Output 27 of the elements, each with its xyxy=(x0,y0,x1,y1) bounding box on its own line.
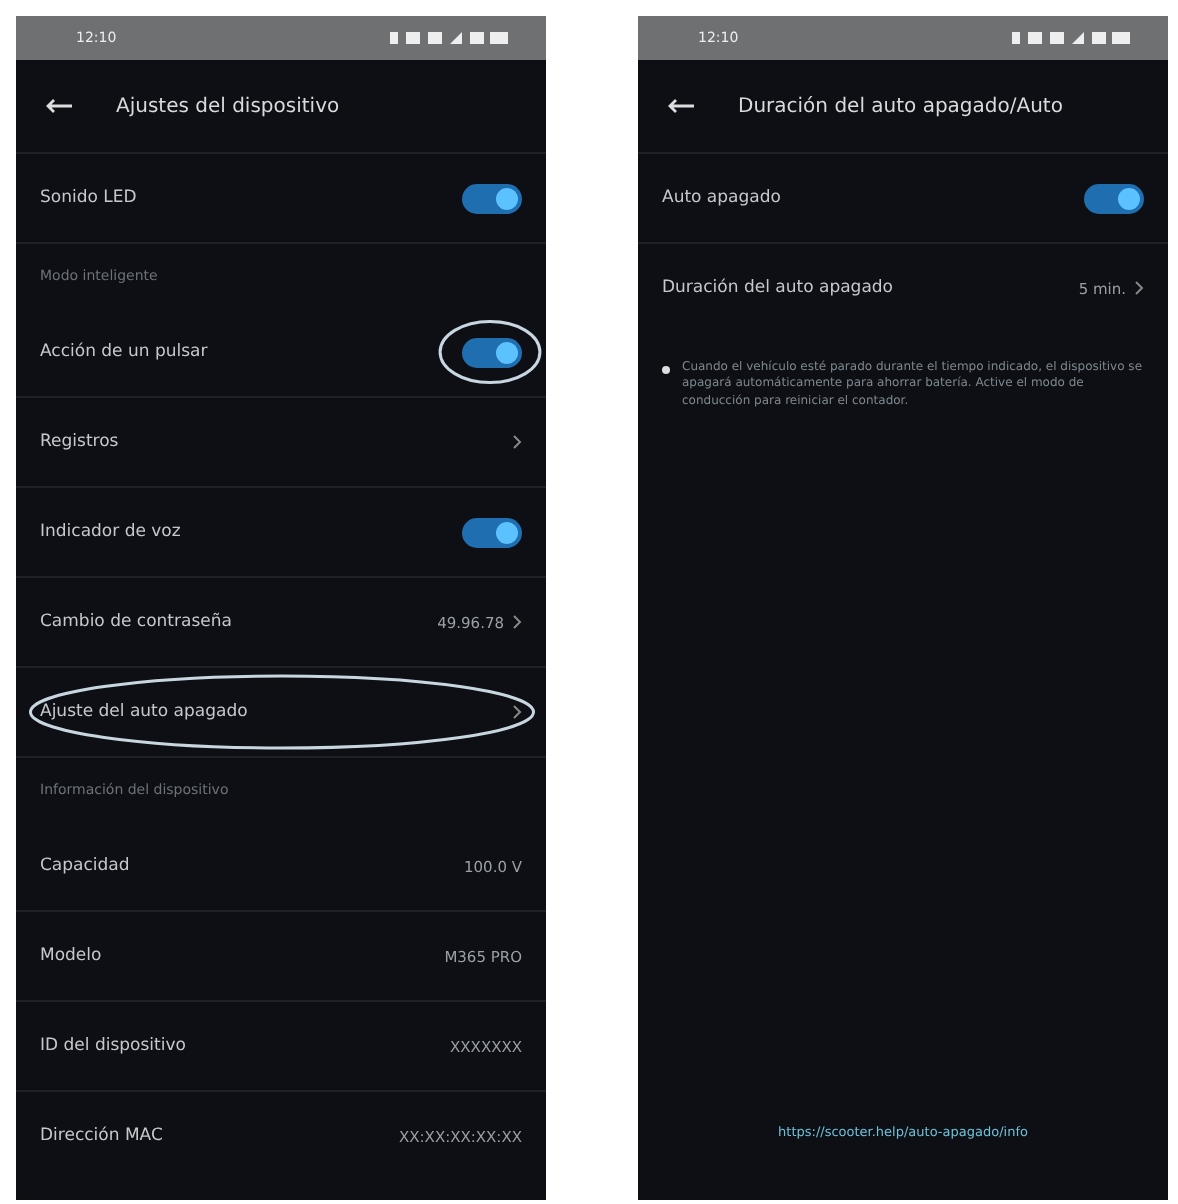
setting-label: Ajuste del auto apagado xyxy=(40,702,248,722)
chevron-right-icon[interactable] xyxy=(512,704,522,720)
setting-label: Auto apagado xyxy=(662,188,781,208)
status-icons xyxy=(390,30,510,46)
toggle-switch[interactable] xyxy=(462,183,522,213)
setting-label: Registros xyxy=(40,432,119,452)
toggle-switch[interactable] xyxy=(462,337,522,367)
chevron-right-icon[interactable] xyxy=(512,434,522,450)
setting-label: Capacidad xyxy=(40,856,130,876)
setting-label: Duración del auto apagado xyxy=(662,278,893,298)
screen-title: Duración del auto apagado/Auto xyxy=(738,95,1063,117)
back-arrow-icon[interactable] xyxy=(666,98,694,114)
setting-label: Acción de un pulsar xyxy=(40,342,208,362)
setting-label: Modelo xyxy=(40,946,102,966)
chevron-right-icon[interactable] xyxy=(1134,280,1144,296)
toggle-switch[interactable] xyxy=(462,517,522,547)
status-icons xyxy=(1012,30,1132,46)
setting-label: Indicador de voz xyxy=(40,522,181,542)
chevron-right-icon[interactable] xyxy=(512,614,522,630)
info-bullet-icon xyxy=(662,366,670,374)
setting-label: Dirección MAC xyxy=(40,1126,163,1146)
screen-title: Ajustes del dispositivo xyxy=(116,95,340,117)
toggle-switch[interactable] xyxy=(1084,183,1144,213)
setting-label: ID del dispositivo xyxy=(40,1036,186,1056)
back-arrow-icon[interactable] xyxy=(44,98,72,114)
setting-label: Sonido LED xyxy=(40,188,137,208)
setting-label: Cambio de contraseña xyxy=(40,612,232,632)
